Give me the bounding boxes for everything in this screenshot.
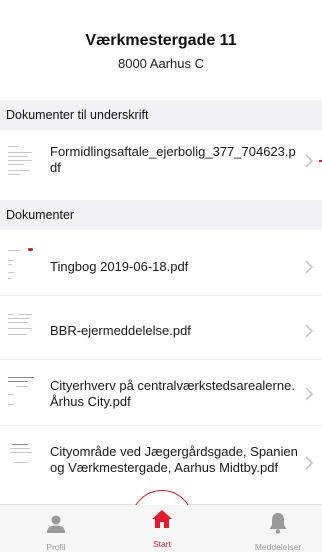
divider [0,359,322,360]
document-thumbnail-icon [6,142,36,182]
list-item-document[interactable]: Tingbog 2019-06-18.pdf [0,236,322,296]
list-item-document[interactable]: BBR-ejermeddelelse.pdf [0,300,322,360]
bell-icon [269,513,287,534]
chevron-right-icon [305,324,314,338]
chevron-right-icon [305,154,314,168]
document-thumbnail-icon [6,440,36,480]
chevron-right-icon [305,456,314,470]
chevron-right-icon [305,387,314,401]
page-subtitle: 8000 Aarhus C [117,56,204,71]
tab-meddelelser[interactable]: Meddelelser [238,506,318,552]
section-header-to-sign: Dokumenter til underskrift [0,100,322,130]
tab-label: Profil [46,542,66,552]
chevron-right-icon [305,260,314,274]
document-name: Tingbog 2019-06-18.pdf [50,259,189,274]
list-item-document[interactable]: Cityområde ved Jægergårdsgade, Spanien o… [0,428,322,496]
tab-label: Meddelelser [254,542,302,552]
document-name: BBR-ejermeddelelse.pdf [50,323,191,338]
page-header: Værkmestergade 11 8000 Aarhus C [0,0,322,100]
tab-label: Start [153,539,171,549]
document-thumbnail-icon [6,246,36,286]
divider [0,295,322,296]
page-title: Værkmestergade 11 [85,32,237,49]
document-thumbnail-icon [6,374,36,414]
home-icon [152,510,172,528]
divider [0,425,322,426]
tab-start[interactable]: Start [122,506,202,552]
person-icon [47,515,65,533]
list-item-document[interactable]: Cityerhverv på centralværkstedsarealerne… [0,362,322,426]
tab-profil[interactable]: Profil [16,506,96,552]
document-name: Cityområde ved Jægergårdsgade, Spanien o… [50,444,298,475]
document-name: Formidlingsaftale_ejerbolig_377_704623.p… [50,144,296,175]
document-thumbnail-icon [6,310,36,350]
document-name: Cityerhverv på centralværkstedsarealerne… [50,378,295,409]
list-item-document-to-sign[interactable]: Formidlingsaftale_ejerbolig_377_704623.p… [0,130,322,192]
section-header-documents: Dokumenter [0,200,322,230]
